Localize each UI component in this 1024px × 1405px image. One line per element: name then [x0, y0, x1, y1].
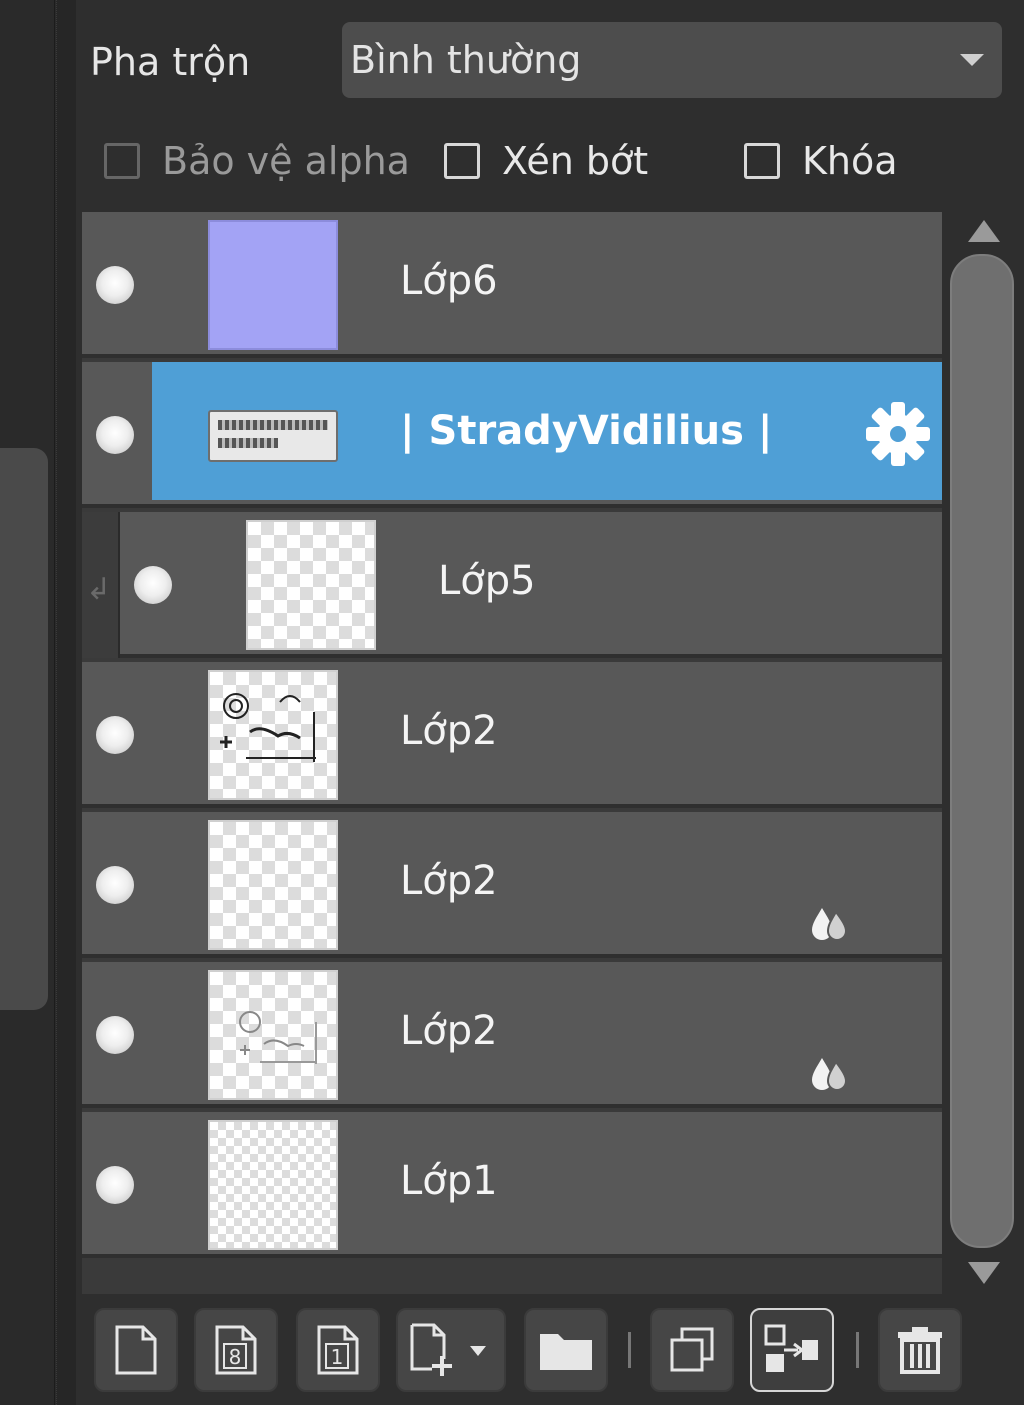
merge-down-button[interactable]: [750, 1308, 834, 1392]
layer-thumbnail: [208, 970, 338, 1100]
opacity-drops-icon: [812, 1058, 848, 1091]
visibility-toggle-icon[interactable]: [96, 1016, 134, 1054]
add-layer-menu-button[interactable]: [396, 1308, 506, 1392]
delete-layer-button[interactable]: [878, 1308, 962, 1392]
checkbox-box: [744, 143, 780, 179]
visibility-toggle-icon[interactable]: [96, 1166, 134, 1204]
scrollbar-thumb[interactable]: [950, 254, 1014, 1248]
layer-row-clipped[interactable]: ↲ Lớp5: [82, 512, 942, 658]
duplicate-layer-button[interactable]: [650, 1308, 734, 1392]
layer-toolbar: 8 1: [80, 1296, 1024, 1405]
panel-splitter[interactable]: [56, 0, 77, 1405]
new-1bit-layer-icon: 1: [317, 1325, 359, 1375]
delete-layer-icon: [898, 1327, 942, 1374]
protect-alpha-checkbox[interactable]: Bảo vệ alpha: [104, 138, 410, 184]
layer-row[interactable]: Lớp1: [82, 1112, 942, 1258]
layer-thumbnail: [208, 220, 338, 350]
new-8bit-layer-icon: 8: [215, 1325, 257, 1375]
opacity-drops-icon: [812, 908, 848, 941]
layer-row[interactable]: Lớp6: [82, 212, 942, 358]
new-layer-icon: [115, 1325, 157, 1375]
layer-name: Lớp2: [400, 1008, 498, 1054]
svg-text:8: 8: [229, 1345, 242, 1369]
new-folder-icon: [540, 1334, 592, 1370]
layer-row[interactable]: Lớp2: [82, 962, 942, 1108]
blend-mode-label: Pha trộn: [90, 40, 251, 84]
sketch-thumbnail-drawing: [220, 693, 316, 762]
layer-name: Lớp1: [400, 1158, 498, 1204]
blend-mode-value: Bình thường: [350, 38, 582, 82]
clip-checkbox[interactable]: Xén bớt: [444, 138, 648, 184]
new-1bit-layer-button[interactable]: 1: [296, 1308, 380, 1392]
layer-name: Lớp2: [400, 858, 498, 904]
protect-alpha-label: Bảo vệ alpha: [162, 139, 410, 183]
scroll-down-arrow-icon[interactable]: [968, 1262, 1000, 1284]
layer-name: Lớp6: [400, 258, 498, 304]
sketch-thumbnail-drawing: [239, 1011, 317, 1064]
visibility-toggle-icon[interactable]: [96, 716, 134, 754]
clip-arrow-icon: ↲: [86, 572, 112, 607]
layer-row[interactable]: Lớp2: [82, 662, 942, 808]
layer-row[interactable]: Lớp2: [82, 812, 942, 958]
left-panel-strip: [0, 0, 55, 1405]
layer-name: | StradyVidilius |: [400, 408, 773, 454]
svg-text:1: 1: [331, 1345, 344, 1369]
layer-panel: Pha trộn Bình thường Bảo vệ alpha Xén bớ…: [76, 0, 1024, 1405]
new-folder-button[interactable]: [524, 1308, 608, 1392]
visibility-toggle-icon[interactable]: [96, 866, 134, 904]
layer-name: Lớp2: [400, 708, 498, 754]
layer-list: Lớp6 | StradyVidilius | ↲ Lớp5 Lớp2 Lớp2…: [82, 212, 942, 1294]
new-layer-button[interactable]: [94, 1308, 178, 1392]
gear-icon[interactable]: [862, 398, 934, 470]
lock-label: Khóa: [802, 139, 898, 183]
add-layer-menu-icon: [410, 1323, 486, 1376]
visibility-toggle-icon[interactable]: [134, 566, 172, 604]
checkbox-box: [104, 143, 140, 179]
lock-checkbox[interactable]: Khóa: [744, 138, 898, 184]
toolbar-separator: [856, 1332, 859, 1368]
merge-down-icon: [764, 1324, 818, 1372]
layer-thumbnail: [208, 410, 338, 462]
clip-label: Xén bớt: [502, 139, 649, 183]
layer-thumbnail: [246, 520, 376, 650]
layer-thumbnail: [208, 820, 338, 950]
layer-row-selected[interactable]: | StradyVidilius |: [82, 362, 942, 508]
blend-mode-select[interactable]: Bình thường: [342, 22, 1002, 98]
layer-thumbnail: [208, 670, 338, 800]
visibility-toggle-icon[interactable]: [96, 416, 134, 454]
clipping-indicator: ↲: [82, 512, 120, 658]
new-8bit-layer-button[interactable]: 8: [194, 1308, 278, 1392]
left-panel-tab[interactable]: [0, 448, 48, 1010]
layer-thumbnail: [208, 1120, 338, 1250]
checkbox-box: [444, 143, 480, 179]
layer-list-scrollbar[interactable]: [946, 212, 1024, 1294]
chevron-down-icon: [960, 54, 984, 66]
visibility-toggle-icon[interactable]: [96, 266, 134, 304]
layer-name: Lớp5: [438, 558, 536, 604]
duplicate-layer-icon: [670, 1327, 714, 1372]
toolbar-separator: [628, 1332, 631, 1368]
scroll-up-arrow-icon[interactable]: [968, 220, 1000, 242]
